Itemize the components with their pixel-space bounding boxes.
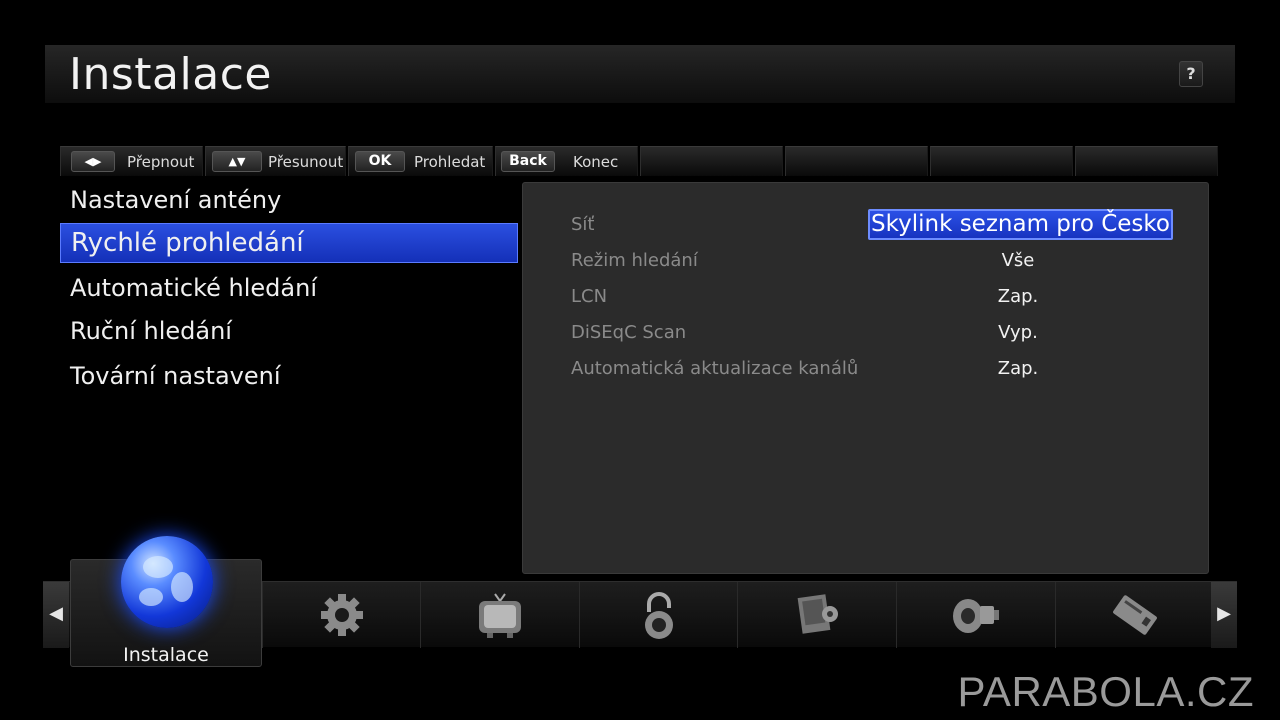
setting-value-diseqc[interactable]: Vyp.	[963, 322, 1073, 343]
setting-label-diseqc: DiSEqC Scan	[571, 322, 687, 343]
hint-empty-2	[785, 146, 928, 176]
card-icon	[1112, 595, 1157, 635]
globe-icon	[121, 536, 213, 628]
title-bar: Instalace ?	[45, 45, 1235, 103]
dock-item-label: Instalace	[123, 644, 209, 666]
ok-key: OK	[355, 151, 405, 172]
padlock-icon	[644, 592, 673, 639]
hint-move: ▲▼ Přesunout	[205, 146, 346, 176]
settings-panel: Síť Skylink seznam pro Česko Režim hledá…	[522, 182, 1209, 574]
setting-value-network[interactable]: Skylink seznam pro Česko	[868, 209, 1173, 240]
hint-empty-3	[930, 146, 1073, 176]
hint-label-exit: Konec	[573, 153, 619, 171]
hint-empty-1	[640, 146, 783, 176]
hint-switch: ◀▶ Přepnout	[60, 146, 203, 176]
dock-item-conditional-access[interactable]	[1055, 582, 1213, 648]
setting-label-network: Síť	[571, 214, 595, 235]
dock-item-media[interactable]	[896, 582, 1054, 648]
setting-value-lcn[interactable]: Zap.	[963, 286, 1073, 307]
gear-icon	[320, 594, 363, 636]
setting-label-auto-update: Automatická aktualizace kanálů	[571, 358, 859, 379]
hint-label-move: Přesunout	[268, 153, 344, 171]
dock-item-settings[interactable]	[262, 582, 420, 648]
dock-item-installation[interactable]: Instalace	[70, 536, 262, 667]
dock-item-tv[interactable]	[420, 582, 578, 648]
hint-exit: Back Konec	[495, 146, 638, 176]
dock-item-parental-lock[interactable]	[579, 582, 737, 648]
left-right-key: ◀▶	[71, 151, 115, 172]
dock-left-arrow-icon[interactable]: ◀	[43, 582, 69, 648]
menu-item-manual-scan[interactable]: Ruční hledání	[60, 311, 518, 351]
page-title: Instalace	[69, 49, 272, 100]
menu-item-quick-scan[interactable]: Rychlé prohledání	[60, 223, 518, 263]
setting-value-search-mode[interactable]: Vše	[963, 250, 1073, 271]
tv-icon	[478, 593, 521, 638]
menu-item-auto-scan[interactable]: Automatické hledání	[60, 268, 518, 308]
back-key: Back	[501, 151, 555, 172]
setting-label-search-mode: Režim hledání	[571, 250, 698, 271]
notebook-icon	[797, 594, 838, 634]
hint-label-search: Prohledat	[414, 153, 486, 171]
up-down-key: ▲▼	[212, 151, 262, 172]
menu-item-antenna-settings[interactable]: Nastavení antény	[60, 180, 518, 220]
setting-label-lcn: LCN	[571, 286, 608, 307]
hint-label-switch: Přepnout	[127, 153, 195, 171]
hint-empty-4	[1075, 146, 1218, 176]
hint-search: OK Prohledat	[348, 146, 493, 176]
watermark: PARABOLA.CZ	[957, 668, 1254, 715]
dock-right-arrow-icon[interactable]: ▶	[1211, 582, 1237, 648]
help-icon[interactable]: ?	[1179, 61, 1203, 87]
dock-item-guide[interactable]	[737, 582, 895, 648]
key-hint-bar: ◀▶ Přepnout ▲▼ Přesunout OK Prohledat Ba…	[60, 146, 1220, 176]
menu-item-factory-reset[interactable]: Tovární nastavení	[60, 356, 518, 396]
setting-value-auto-update[interactable]: Zap.	[963, 358, 1073, 379]
media-icon	[952, 599, 999, 633]
